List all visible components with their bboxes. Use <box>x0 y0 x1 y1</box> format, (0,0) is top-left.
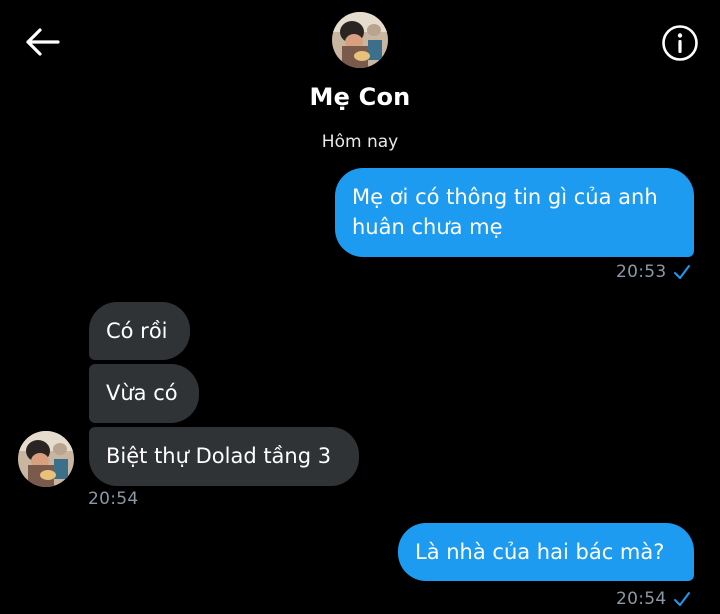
message-text-line: Mẹ ơi có thông tin gì của anh <box>352 185 658 209</box>
contact-avatar[interactable] <box>332 12 388 68</box>
incoming-message-bubble[interactable]: Vừa có <box>89 364 199 423</box>
message-text: Biệt thự Dolad tầng 3 <box>106 444 332 468</box>
message-text: Là nhà của hai bác mà? <box>415 540 665 564</box>
timestamp: 20:54 <box>88 489 139 509</box>
info-button[interactable] <box>659 22 701 64</box>
timestamp: 20:53 <box>616 262 667 282</box>
message-text: Vừa có <box>106 381 178 405</box>
message-text: Có rồi <box>106 319 168 343</box>
message-status: 20:53 <box>616 261 691 283</box>
check-icon <box>673 265 690 279</box>
sender-avatar[interactable] <box>18 431 74 487</box>
message-status: 20:54 <box>616 588 691 610</box>
timestamp: 20:54 <box>616 589 667 609</box>
date-separator: Hôm nay <box>321 132 399 152</box>
contact-name[interactable]: Mẹ Con <box>0 80 720 114</box>
incoming-message-bubble[interactable]: Biệt thự Dolad tầng 3 <box>89 427 359 486</box>
outgoing-message-bubble[interactable]: Là nhà của hai bác mà? <box>398 523 694 581</box>
info-icon <box>662 25 698 61</box>
back-button[interactable] <box>20 22 64 62</box>
check-icon <box>673 592 690 606</box>
message-text-line: huân chưa mẹ <box>352 215 503 239</box>
outgoing-message-bubble[interactable]: Mẹ ơi có thông tin gì của anh huân chưa … <box>335 168 694 257</box>
incoming-message-bubble[interactable]: Có rồi <box>89 302 190 360</box>
back-arrow-icon <box>26 28 60 56</box>
